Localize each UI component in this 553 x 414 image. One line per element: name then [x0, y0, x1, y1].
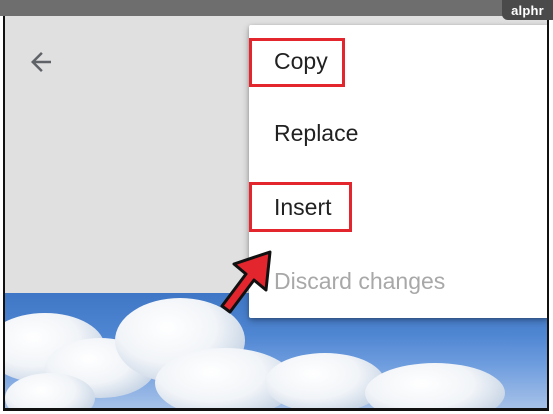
menu-item-label: Replace: [274, 119, 359, 146]
red-arrow-icon: [220, 250, 272, 314]
logo-text: alphr: [511, 2, 544, 18]
alphr-logo: alphr: [502, 0, 553, 20]
menu-item-label: Discard changes: [274, 267, 446, 294]
arrow-left-icon: [31, 52, 51, 72]
app-screenshot: Copy Replace Insert Discard changes alph…: [0, 0, 553, 414]
menu-item-discard-changes: Discard changes: [249, 245, 547, 317]
menu-item-replace[interactable]: Replace: [249, 97, 547, 169]
highlight-box-insert: [249, 182, 352, 232]
cloud-shape: [365, 363, 505, 408]
cloud-shape: [265, 353, 385, 408]
status-strip: [0, 0, 553, 16]
back-button[interactable]: [23, 44, 59, 80]
highlight-box-copy: [249, 38, 345, 87]
